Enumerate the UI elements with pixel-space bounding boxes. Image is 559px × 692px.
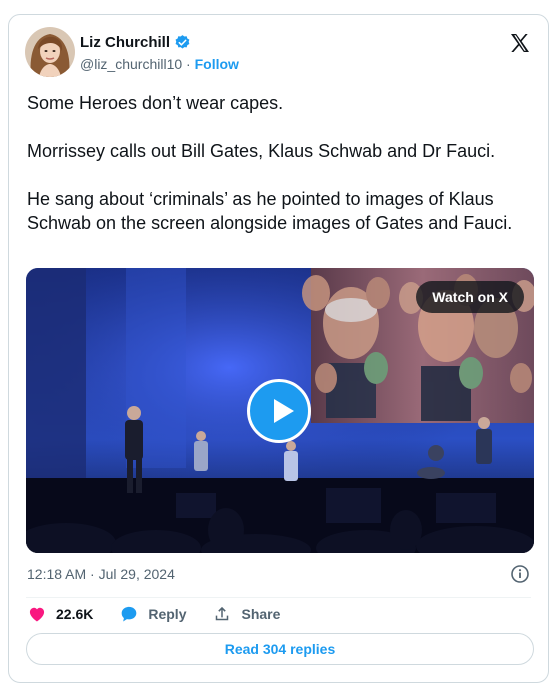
heart-icon: [29, 607, 45, 622]
tweet-card: Liz Churchill @liz_churchill10 · Follow …: [8, 14, 549, 683]
action-bar: 22.6K Reply Share: [27, 603, 306, 625]
watch-on-x-button[interactable]: Watch on X: [416, 281, 524, 313]
read-replies-button[interactable]: Read 304 replies: [26, 633, 534, 665]
divider: [26, 597, 531, 598]
handle-separator: ·: [186, 56, 191, 72]
x-logo-icon[interactable]: [508, 31, 532, 55]
tweet-timestamp[interactable]: 12:18 AM · Jul 29, 2024: [27, 566, 175, 582]
tweet-paragraph: Morrissey calls out Bill Gates, Klaus Sc…: [27, 141, 496, 161]
share-label: Share: [241, 606, 281, 622]
tweet-text: Some Heroes don’t wear capes. Morrissey …: [27, 91, 537, 259]
verified-badge-icon: [174, 34, 191, 51]
share-icon: [216, 606, 229, 621]
reply-button[interactable]: Reply: [119, 604, 186, 624]
tweet-paragraph: He sang about ‘criminals’ as he pointed …: [27, 189, 513, 233]
like-button[interactable]: 22.6K: [27, 604, 93, 624]
play-button-icon[interactable]: [247, 379, 311, 443]
author-handle[interactable]: @liz_churchill10: [80, 56, 182, 72]
video-player[interactable]: Watch on X: [26, 268, 534, 553]
author-handle-row: @liz_churchill10 · Follow: [80, 56, 239, 72]
author-name[interactable]: Liz Churchill: [80, 34, 170, 51]
follow-button[interactable]: Follow: [195, 56, 239, 72]
avatar[interactable]: [25, 27, 75, 77]
tweet-paragraph: Some Heroes don’t wear capes.: [27, 93, 284, 113]
reply-bubble-icon: [122, 606, 137, 622]
info-icon[interactable]: [510, 564, 530, 584]
share-button[interactable]: Share: [212, 604, 280, 624]
like-count: 22.6K: [56, 606, 94, 622]
author-name-row: Liz Churchill: [80, 34, 191, 51]
reply-label: Reply: [148, 606, 187, 622]
